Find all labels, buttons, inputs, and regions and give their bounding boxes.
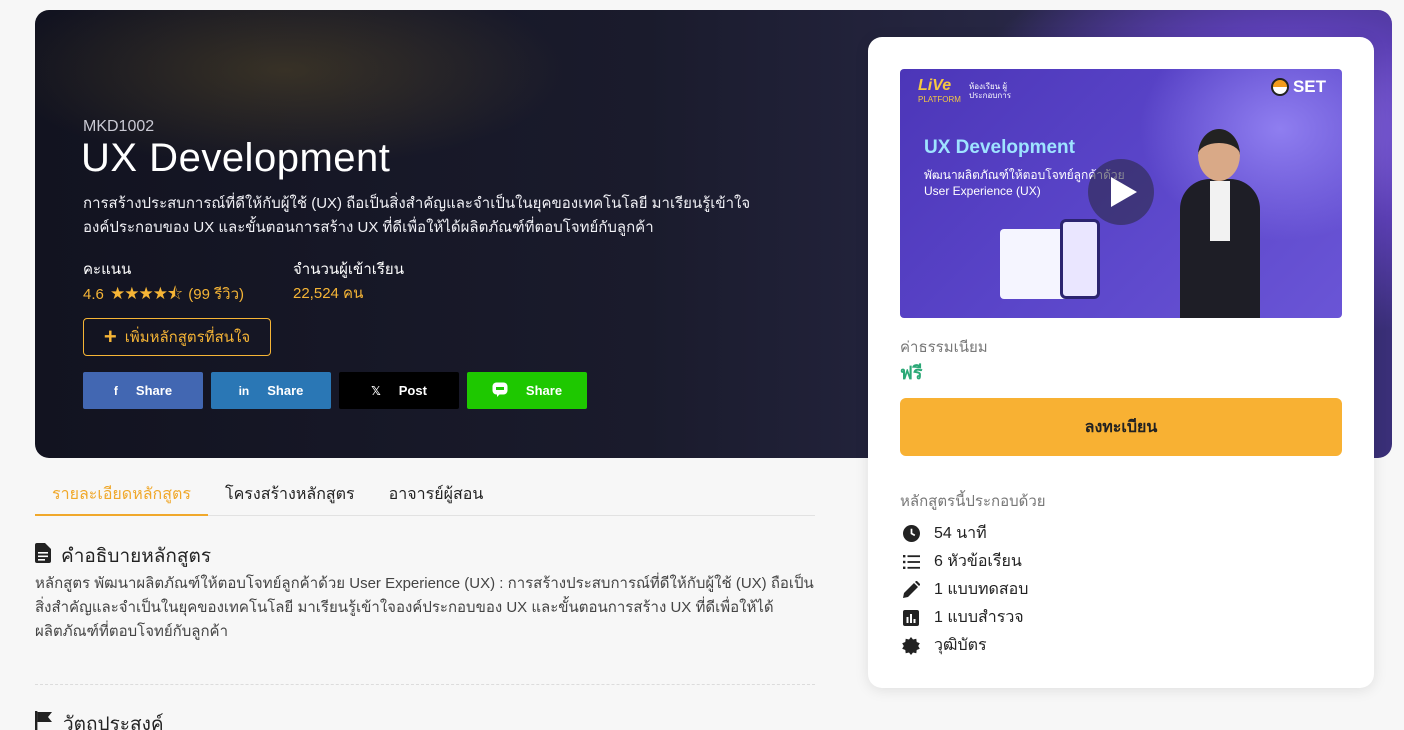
facebook-icon: f [113,383,118,398]
course-tabs: รายละเอียดหลักสูตร โครงสร้างหลักสูตร อาจ… [35,476,815,516]
objective-heading: วัตถุประสงค์ [35,709,164,730]
instructor-shirt [1210,181,1230,241]
objective-title: วัตถุประสงค์ [63,714,164,730]
x-post-label: Post [398,383,427,398]
includes-item-certificate: วุฒิบัตร [902,633,987,658]
star-rating-icon: ★★★★⯪ [110,284,183,303]
description-body: หลักสูตร พัฒนาผลิตภัณฑ์ให้ตอบโจทย์ลูกค้า… [35,575,814,640]
description-title: คำอธิบายหลักสูตร [61,546,212,567]
plus-icon: + [103,324,117,349]
instructor-head [1198,129,1240,181]
add-to-wishlist-button[interactable]: + เพิ่มหลักสูตรที่สนใจ [83,318,271,356]
illustration-phone [1060,219,1100,299]
includes-label: หลักสูตรนี้ประกอบด้วย [900,493,1046,510]
set-sun-icon [1270,78,1289,96]
includes-text: 1 แบบทดสอบ [934,581,1029,598]
x-icon: 𝕏 [371,383,381,398]
enrolled-label: จำนวนผู้เข้าเรียน [293,261,404,278]
includes-item-lessons: 6 หัวข้อเรียน [902,549,1022,574]
enroll-card: LiVe PLATFORM ห้องเรียน ผู้ประกอบการ SET… [868,37,1374,688]
thumbnail-title: UX Development [924,137,1075,158]
set-logo-text: SET [1292,77,1326,96]
course-code: MKD1002 [83,118,155,135]
play-icon [1111,177,1137,207]
includes-text: 6 หัวข้อเรียน [934,553,1022,570]
document-icon [35,543,51,569]
fee-value: ฟรี [900,363,923,383]
line-icon [492,382,508,400]
rating-label: คะแนน [83,261,132,278]
enrolled-value: 22,524 คน [293,285,364,302]
chart-icon [902,609,920,627]
course-description: การสร้างประสบการณ์ที่ดีให้กับผู้ใช้ (UX)… [83,195,751,236]
review-count: (99 รีวิว) [188,286,245,303]
tab-course-details[interactable]: รายละเอียดหลักสูตร [35,476,208,516]
classroom-logo: ห้องเรียน ผู้ประกอบการ [968,81,1011,100]
includes-item-survey: 1 แบบสำรวจ [902,605,1024,630]
instructor-figure [1180,129,1260,318]
play-button[interactable] [1088,159,1154,225]
live-platform-logo: LiVe [918,77,952,94]
course-video-thumbnail[interactable]: LiVe PLATFORM ห้องเรียน ผู้ประกอบการ SET… [900,69,1342,318]
set-logo: SET [1270,77,1326,97]
description-heading: คำอธิบายหลักสูตร [35,541,211,571]
includes-text: วุฒิบัตร [934,637,987,654]
rating-value-row: 4.6 ★★★★⯪ (99 รีวิว) [83,281,244,310]
line-share-label: Share [525,383,563,398]
linkedin-share-label: Share [267,383,304,398]
facebook-share-button[interactable]: f Share [83,372,203,409]
pencil-icon [902,581,920,599]
x-post-button[interactable]: 𝕏 Post [339,372,459,409]
includes-item-quiz: 1 แบบทดสอบ [902,577,1028,602]
includes-text: 1 แบบสำรวจ [934,609,1024,626]
thumbnail-brand-bar: LiVe PLATFORM ห้องเรียน ผู้ประกอบการ [918,77,1027,104]
includes-text: 54 นาที [934,525,987,542]
linkedin-icon: in [238,383,250,398]
section-divider [35,684,815,685]
linkedin-share-button[interactable]: in Share [211,372,331,409]
register-button[interactable]: ลงทะเบียน [900,398,1342,456]
flag-icon [35,711,53,730]
fee-label: ค่าธรรมเนียม [900,339,988,356]
line-share-button[interactable]: Share [467,372,587,409]
badge-icon [902,636,920,655]
includes-item-duration: 54 นาที [902,521,987,546]
tab-course-structure[interactable]: โครงสร้างหลักสูตร [208,476,372,516]
facebook-share-label: Share [135,383,173,398]
live-platform-sub: PLATFORM [918,95,961,104]
rating-value: 4.6 [83,286,104,303]
wishlist-label: เพิ่มหลักสูตรที่สนใจ [124,329,251,346]
course-title: UX Development [81,136,391,180]
clock-icon [902,525,920,543]
tab-instructors[interactable]: อาจารย์ผู้สอน [372,476,501,516]
list-icon [902,553,920,571]
